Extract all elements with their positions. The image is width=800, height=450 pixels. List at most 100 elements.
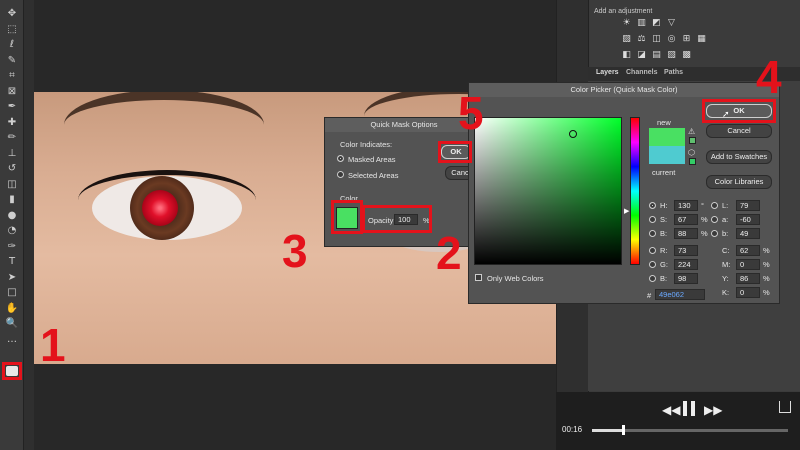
tab-channels[interactable]: Channels bbox=[626, 69, 658, 76]
color-field[interactable] bbox=[474, 117, 622, 265]
type-icon[interactable]: T bbox=[5, 256, 19, 268]
gradient-icon[interactable]: ▮ bbox=[5, 194, 19, 206]
brightness-radio[interactable] bbox=[649, 230, 656, 237]
marquee-icon[interactable]: ⬚ bbox=[5, 24, 19, 36]
adjustment-icon[interactable]: ▨ bbox=[620, 34, 633, 44]
lightness-input[interactable]: 79 bbox=[736, 200, 760, 211]
blur-icon[interactable]: ● bbox=[5, 210, 19, 222]
healing-icon[interactable]: ✚ bbox=[5, 117, 19, 129]
gamut-warning-icon[interactable]: ⚠ bbox=[688, 127, 695, 136]
hue-radio[interactable] bbox=[649, 202, 656, 209]
lasso-icon[interactable]: ℓ bbox=[5, 39, 19, 51]
video-player-bar bbox=[556, 392, 800, 450]
hue-slider-arrow-icon[interactable]: ▶ bbox=[624, 207, 629, 215]
yellow-unit: % bbox=[763, 274, 770, 283]
frame-icon[interactable]: ⊠ bbox=[5, 86, 19, 98]
lab-b-radio[interactable] bbox=[711, 230, 718, 237]
hex-prefix: # bbox=[647, 291, 652, 300]
hand-icon[interactable]: ✋ bbox=[5, 303, 19, 315]
hue-slider[interactable] bbox=[630, 117, 640, 265]
green-radio[interactable] bbox=[649, 261, 656, 268]
red-input[interactable]: 73 bbox=[674, 245, 698, 256]
lab-a-radio[interactable] bbox=[711, 216, 718, 223]
blue-input[interactable]: 98 bbox=[674, 273, 698, 284]
tab-layers[interactable]: Layers bbox=[596, 69, 619, 76]
cyan-input[interactable]: 62 bbox=[736, 245, 760, 256]
adjustment-icon[interactable]: ▦ bbox=[695, 34, 708, 44]
adjustment-icon[interactable]: ☀ bbox=[620, 18, 633, 28]
adjustment-icon[interactable]: ▥ bbox=[635, 18, 648, 28]
zoom-icon[interactable]: 🔍 bbox=[5, 318, 19, 330]
black-unit: % bbox=[763, 288, 770, 297]
share-icon[interactable] bbox=[779, 401, 791, 413]
adjustment-icon[interactable]: ▤ bbox=[650, 50, 663, 60]
forward-icon[interactable]: ▶▶ bbox=[704, 403, 722, 417]
color-libraries-button[interactable]: Color Libraries bbox=[706, 175, 772, 189]
time-readout: 00:16 bbox=[562, 425, 583, 434]
eraser-icon[interactable]: ◫ bbox=[5, 179, 19, 191]
adjustment-icon[interactable]: ◎ bbox=[665, 34, 678, 44]
adjustment-icon[interactable]: ◪ bbox=[635, 50, 648, 60]
seek-knob[interactable] bbox=[622, 425, 625, 435]
adjustment-icon[interactable]: ◫ bbox=[650, 34, 663, 44]
adjustment-icon[interactable]: ▧ bbox=[665, 50, 678, 60]
pause-icon[interactable] bbox=[683, 401, 687, 416]
dodge-icon[interactable]: ◔ bbox=[5, 225, 19, 237]
saturation-radio[interactable] bbox=[649, 216, 656, 223]
history-brush-icon[interactable]: ↺ bbox=[5, 163, 19, 175]
adjustment-icon[interactable]: ◧ bbox=[620, 50, 633, 60]
yellow-input[interactable]: 86 bbox=[736, 273, 760, 284]
color-field-marker[interactable] bbox=[569, 130, 577, 138]
pause-icon-bar[interactable] bbox=[691, 401, 695, 416]
masked-areas-radio[interactable] bbox=[337, 155, 344, 162]
quick-select-icon[interactable]: ✎ bbox=[5, 55, 19, 67]
saturation-input[interactable]: 67 bbox=[674, 214, 698, 225]
masked-areas-label: Masked Areas bbox=[348, 155, 396, 164]
cyan-unit: % bbox=[763, 246, 770, 255]
red-radio[interactable] bbox=[649, 247, 656, 254]
adjustment-icon[interactable]: ▩ bbox=[680, 50, 693, 60]
rewind-icon[interactable]: ◀◀ bbox=[662, 403, 680, 417]
brush-icon[interactable]: ✏ bbox=[5, 132, 19, 144]
add-to-swatches-button[interactable]: Add to Swatches bbox=[706, 150, 772, 164]
path-select-icon[interactable]: ➤ bbox=[5, 272, 19, 284]
eyedropper-icon[interactable]: ✒ bbox=[5, 101, 19, 113]
adjustment-icon[interactable]: ⚖ bbox=[635, 34, 648, 44]
stamp-icon[interactable]: ⊥ bbox=[5, 148, 19, 160]
web-safe-swatch[interactable] bbox=[689, 158, 696, 165]
gamut-swatch[interactable] bbox=[689, 137, 696, 144]
green-input[interactable]: 224 bbox=[674, 259, 698, 270]
adjustment-icon[interactable]: ▽ bbox=[665, 18, 678, 28]
adjustment-icon[interactable]: ◩ bbox=[650, 18, 663, 28]
hue-input[interactable]: 130 bbox=[674, 200, 698, 211]
hue-unit: ° bbox=[701, 201, 704, 210]
magenta-label: M: bbox=[722, 260, 731, 269]
hex-input[interactable]: 49e062 bbox=[655, 289, 705, 300]
yellow-label: Y: bbox=[722, 274, 729, 283]
move-icon[interactable]: ✥ bbox=[5, 8, 19, 20]
more-icon[interactable]: … bbox=[5, 334, 19, 346]
adjustment-icon[interactable]: ⊞ bbox=[680, 34, 693, 44]
new-label: new bbox=[657, 118, 671, 127]
lightness-radio[interactable] bbox=[711, 202, 718, 209]
black-input[interactable]: 0 bbox=[736, 287, 760, 298]
blue-radio[interactable] bbox=[649, 275, 656, 282]
lab-a-input[interactable]: -60 bbox=[736, 214, 760, 225]
pen-icon[interactable]: ✑ bbox=[5, 241, 19, 253]
color-picker-cancel-button[interactable]: Cancel bbox=[706, 124, 772, 138]
brightness-input[interactable]: 88 bbox=[674, 228, 698, 239]
selected-areas-radio[interactable] bbox=[337, 171, 344, 178]
adjustments-title: Add an adjustment bbox=[594, 8, 653, 15]
lab-b-input[interactable]: 49 bbox=[736, 228, 760, 239]
lightness-label: L: bbox=[722, 201, 729, 210]
current-color-swatch[interactable] bbox=[649, 146, 685, 164]
rectangle-icon[interactable]: □ bbox=[5, 287, 19, 299]
only-web-colors-checkbox[interactable] bbox=[475, 274, 482, 281]
quick-mask-mode-icon[interactable] bbox=[6, 366, 18, 376]
web-safe-cube-icon[interactable]: ⬡ bbox=[688, 148, 695, 157]
brightness-label: B: bbox=[660, 229, 668, 238]
magenta-input[interactable]: 0 bbox=[736, 259, 760, 270]
crop-icon[interactable]: ⌗ bbox=[5, 70, 19, 82]
tab-paths[interactable]: Paths bbox=[664, 69, 683, 76]
red-eye-pupil bbox=[142, 190, 178, 226]
